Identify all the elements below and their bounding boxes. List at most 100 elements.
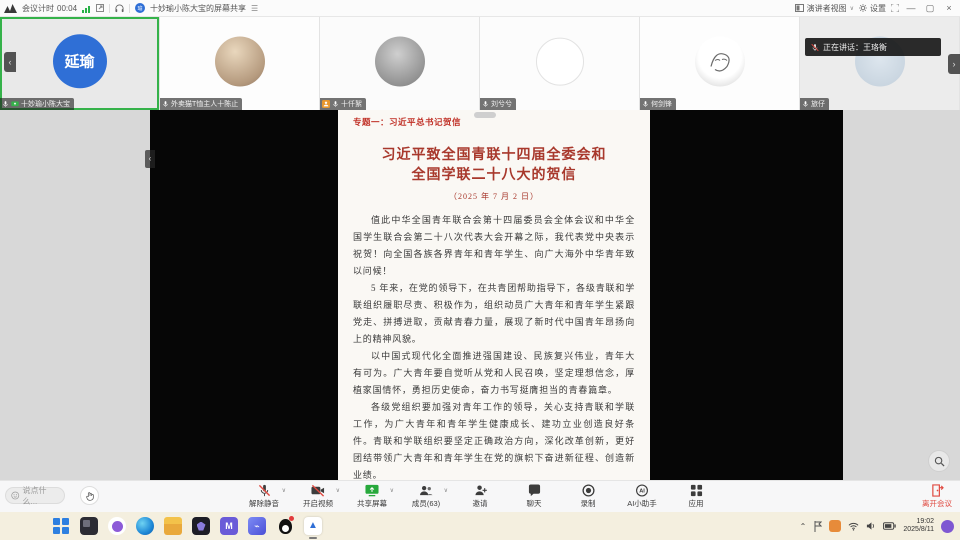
- share-title: 十妙瑜小陈大宝的屏幕共享: [150, 3, 246, 14]
- pin-flag-icon[interactable]: [813, 521, 822, 532]
- members-icon: [419, 484, 433, 497]
- participant-name-label: 何剑锋: [640, 98, 676, 110]
- participant-name-label: 外卖猫T恤主人十陈止: [160, 98, 242, 110]
- chat-app-icon[interactable]: [108, 517, 126, 535]
- raise-hand-button[interactable]: [80, 486, 99, 505]
- speaking-toast-text: 正在讲话：王珞衡: [823, 42, 887, 53]
- chat-button[interactable]: 聊天: [514, 484, 554, 509]
- mic-muted-icon: [258, 484, 271, 497]
- magnifier-icon: [934, 456, 945, 467]
- apps-button[interactable]: 应用: [676, 484, 716, 509]
- tencent-meeting-app-icon[interactable]: ▲: [304, 517, 322, 535]
- tray-orange-app-icon[interactable]: [829, 520, 841, 532]
- settings-button[interactable]: 设置: [859, 3, 886, 14]
- doc-paragraph: 5 年来，在党的领导下，在共青团帮助指导下，各级青联和学联组织履职尽责、积极作为…: [353, 280, 635, 348]
- share-screen-button[interactable]: ∨共享屏幕: [352, 484, 392, 509]
- document-page: 专题一：习近平总书记贺信 习近平致全国青联十四届全委会和 全国学联二十八大的贺信…: [338, 110, 650, 480]
- participant-tile[interactable]: 外卖猫T恤主人十陈止: [160, 17, 319, 110]
- zoom-magnifier-button[interactable]: [928, 450, 950, 472]
- participant-name-label: 十仟絮: [320, 98, 366, 110]
- doc-paragraph: 以中国式现代化全面推进强国建设、民族复兴伟业，青年大有可为。广大青年要自觉听从党…: [353, 348, 635, 399]
- avatar: [536, 37, 584, 85]
- system-tray: ⌃ 19:02 2025/8/11: [800, 512, 954, 540]
- speaking-toast: 正在讲话：王珞衡: [805, 38, 941, 56]
- unmute-button[interactable]: ∨解除静音: [244, 484, 284, 509]
- qq-app-icon[interactable]: [276, 517, 294, 535]
- mic-icon: [162, 100, 169, 108]
- doc-dark-panel-left: [150, 110, 338, 480]
- participant-tile[interactable]: 十仟絮: [320, 17, 479, 110]
- members-button[interactable]: ∨成员(63): [406, 484, 446, 509]
- obsidian-app-icon[interactable]: [192, 517, 210, 535]
- quick-message-input[interactable]: 说点什么...: [5, 487, 65, 504]
- avatar: [215, 36, 265, 86]
- host-badge-icon: [322, 100, 330, 108]
- toolbar-buttons: ∨解除静音 ∨开启视频 ∨共享屏幕 ∨成员(63) 邀请 聊天 录制 AI AI: [244, 484, 716, 509]
- divider: [129, 4, 130, 13]
- participant-tile[interactable]: 延瑜 十妙瑜小陈大宝: [0, 17, 159, 110]
- tray-expand-icon[interactable]: ⌃: [800, 522, 807, 531]
- ai-icon: AI: [635, 484, 649, 497]
- participant-strip: 延瑜 十妙瑜小陈大宝 外卖猫T恤主人十陈止 十仟絮 刘兮兮: [0, 17, 960, 110]
- sketch-avatar-art: [705, 46, 735, 76]
- emoji-icon: [11, 491, 20, 500]
- doc-paragraph: 各级党组织要加强对青年工作的领导，关心支持青联和学联工作，为广大青年和青年学生健…: [353, 399, 635, 484]
- mic-icon: [332, 100, 339, 108]
- strip-scroll-right-button[interactable]: ›: [948, 54, 960, 74]
- wifi-icon[interactable]: [848, 522, 859, 531]
- strip-collapse-left-button[interactable]: ‹: [4, 52, 16, 72]
- meeting-titlebar: 会议计时00:04 瑜 十妙瑜小陈大宝的屏幕共享 ☰ 演讲者视图∨ 设置 — ▢…: [0, 0, 960, 17]
- close-button[interactable]: ×: [942, 3, 956, 13]
- active-app-indicator: [309, 537, 317, 539]
- doc-dark-panel-right: [650, 110, 843, 480]
- doc-sidebar-collapse-button[interactable]: ‹: [145, 150, 155, 168]
- participant-tile[interactable]: 刘兮兮: [480, 17, 639, 110]
- doc-date: （2025 年 7 月 2 日）: [353, 191, 635, 202]
- message-placeholder: 说点什么...: [23, 485, 60, 507]
- meeting-timer: 会议计时00:04: [22, 3, 77, 14]
- apps-grid-icon: [690, 484, 703, 497]
- start-video-button[interactable]: ∨开启视频: [298, 484, 338, 509]
- fullscreen-icon[interactable]: [891, 4, 899, 12]
- mic-icon: [802, 100, 809, 108]
- blue-app-icon[interactable]: ⌁: [248, 517, 266, 535]
- dark-app-icon[interactable]: [80, 517, 98, 535]
- doc-paragraph: 值此中华全国青年联合会第十四届委员会全体会议和中华全国学生联合会第二十八次代表大…: [353, 212, 635, 280]
- participant-name-label: 旅仔: [800, 98, 829, 110]
- minimize-button[interactable]: —: [904, 3, 918, 13]
- audio-device-icon[interactable]: [115, 4, 124, 13]
- invite-icon: [474, 484, 487, 497]
- clock[interactable]: 19:02 2025/8/11: [903, 518, 934, 534]
- file-explorer-icon[interactable]: [164, 517, 182, 535]
- screen-share-icon: [11, 101, 19, 108]
- participant-tile[interactable]: 何剑锋: [640, 17, 799, 110]
- battery-icon[interactable]: [883, 522, 896, 530]
- edge-browser-icon[interactable]: [136, 517, 154, 535]
- tray-notification-badge[interactable]: [941, 520, 954, 533]
- ai-assistant-button[interactable]: AI AI小助手: [622, 484, 662, 509]
- mic-icon: [2, 100, 9, 108]
- taskbar-icons: M ⌁ ▲: [0, 517, 322, 535]
- participant-name-label: 刘兮兮: [480, 98, 516, 110]
- avatar: [375, 36, 425, 86]
- leave-meeting-button[interactable]: 离开会议: [922, 484, 952, 509]
- invite-button[interactable]: 邀请: [460, 484, 500, 509]
- avatar: [695, 36, 745, 86]
- doc-scroll-pill[interactable]: [474, 112, 496, 118]
- purple-m-app-icon[interactable]: M: [220, 517, 238, 535]
- mic-icon: [642, 100, 649, 108]
- start-button-icon[interactable]: [52, 517, 70, 535]
- view-mode-selector[interactable]: 演讲者视图∨: [795, 3, 854, 14]
- record-button[interactable]: 录制: [568, 484, 608, 509]
- speaker-icon[interactable]: [866, 521, 876, 531]
- notification-dot: [289, 516, 294, 521]
- share-screen-icon: [365, 484, 379, 497]
- participant-tile[interactable]: 旅仔: [800, 17, 959, 110]
- expand-icon[interactable]: [96, 4, 104, 12]
- avatar: 延瑜: [53, 34, 107, 88]
- sharer-avatar: 瑜: [135, 3, 145, 13]
- mic-icon: [482, 100, 489, 108]
- share-menu-icon[interactable]: ☰: [251, 4, 258, 13]
- maximize-button[interactable]: ▢: [923, 3, 937, 14]
- camera-off-icon: [311, 484, 325, 497]
